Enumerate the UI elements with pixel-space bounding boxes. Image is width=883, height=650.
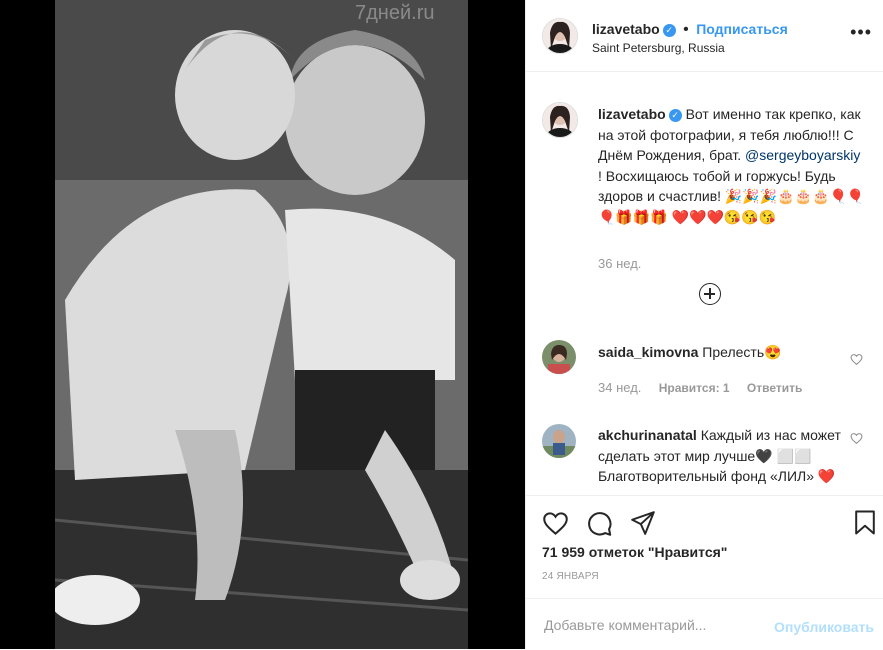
save-bookmark-icon[interactable] [854,509,876,536]
action-bar [526,495,883,536]
add-comment-input[interactable] [542,616,766,634]
location-link[interactable]: Saint Petersburg, Russia [592,41,725,55]
publish-button[interactable]: Опубликовать [774,619,874,635]
share-icon[interactable] [630,510,656,536]
caption-mention-link[interactable]: @sergeyboyarskiy [745,147,860,163]
comment-like-heart-icon[interactable] [850,353,863,366]
comment-avatar[interactable] [542,340,576,374]
comment-username[interactable]: saida_kimovna [598,344,698,360]
caption-time[interactable]: 36 нед. [598,256,641,271]
caption-username[interactable]: lizavetabo [598,106,666,122]
header-dot: • [683,21,689,38]
comment-likes-count[interactable]: Нравится: 1 [659,381,730,395]
comment-like-heart-icon[interactable] [850,432,863,445]
post-caption: lizavetabo ✓ Вот именно так крепко, как н… [598,104,868,227]
comment-item: saida_kimovna Прелесть😍 [598,342,858,363]
add-comment-bar: Опубликовать [526,598,883,650]
post-date[interactable]: 24 ЯНВАРЯ [542,571,599,582]
comment-bubble-icon[interactable] [586,510,613,537]
comment-text: Прелесть😍 [702,344,782,360]
like-heart-icon[interactable] [542,510,569,537]
likes-count[interactable]: 71 959 отметок "Нравится" [542,544,727,560]
header-user-line: lizavetabo ✓ • Подписаться [592,21,788,39]
caption-avatar[interactable] [542,102,578,138]
follow-button[interactable]: Подписаться [696,21,788,37]
author-avatar[interactable] [542,18,578,54]
verified-badge-icon: ✓ [668,109,682,122]
author-username[interactable]: lizavetabo [592,21,660,37]
post-media[interactable]: 7дней.ru [0,0,525,649]
comment-meta: 34 нед. Нравится: 1 Ответить [598,380,802,395]
comment-time[interactable]: 34 нед. [598,380,641,395]
caption-text-part2: ! Восхищаюсь тобой и горжусь! Будь здоро… [598,167,865,225]
comment-username[interactable]: akchurinanatal [598,427,697,443]
comment-item: akchurinanatal Каждый из нас может сдела… [598,425,863,486]
comment-reply-button[interactable]: Ответить [747,381,802,395]
comment-avatar[interactable] [542,424,576,458]
post-details-panel: lizavetabo ✓ • Подписаться Saint Petersbu… [525,0,883,649]
post-header: lizavetabo ✓ • Подписаться Saint Petersbu… [526,0,883,72]
load-more-comments-icon[interactable] [699,283,721,305]
verified-badge-icon: ✓ [662,24,676,37]
photo-illustration [55,0,468,649]
photo-watermark: 7дней.ru [355,2,435,24]
more-options-icon[interactable]: ••• [850,22,872,43]
post-photo[interactable]: 7дней.ru [55,0,468,649]
